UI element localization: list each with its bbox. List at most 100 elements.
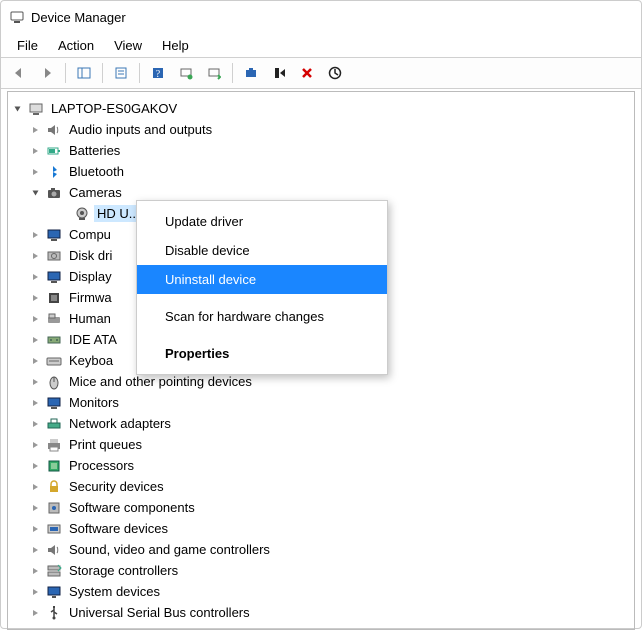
context-menu-item[interactable]: Disable device xyxy=(137,236,387,265)
expander-icon[interactable] xyxy=(30,355,42,367)
expander-icon[interactable] xyxy=(30,166,42,178)
tree-node-label: Keyboa xyxy=(69,353,113,368)
tree-node-label: Audio inputs and outputs xyxy=(69,122,212,137)
swdev-icon xyxy=(46,521,62,537)
expander-icon[interactable] xyxy=(30,544,42,556)
tree-node-label: Security devices xyxy=(69,479,164,494)
expander-icon[interactable] xyxy=(30,376,42,388)
expander-icon[interactable] xyxy=(30,145,42,157)
menu-help[interactable]: Help xyxy=(152,35,199,56)
tree-node-label: Cameras xyxy=(69,185,122,200)
ide-icon xyxy=(46,332,62,348)
expander-icon[interactable] xyxy=(30,586,42,598)
expander-icon[interactable] xyxy=(30,418,42,430)
expander-icon[interactable] xyxy=(30,271,42,283)
tree-node-label: Bluetooth xyxy=(69,164,124,179)
context-menu-gap xyxy=(137,331,387,339)
swcomp-icon xyxy=(46,500,62,516)
disable-button[interactable] xyxy=(267,61,291,85)
window-title: Device Manager xyxy=(31,10,126,25)
tree-node-label: Processors xyxy=(69,458,134,473)
expander-icon[interactable] xyxy=(30,250,42,262)
tree-node[interactable]: Sound, video and game controllers xyxy=(12,539,630,560)
enable-button[interactable] xyxy=(239,61,263,85)
tree-node[interactable]: Software devices xyxy=(12,518,630,539)
security-icon xyxy=(46,479,62,495)
svg-text:?: ? xyxy=(156,69,161,80)
tree-node-label: Mice and other pointing devices xyxy=(69,374,252,389)
tree-node[interactable]: Storage controllers xyxy=(12,560,630,581)
toolbar-separator xyxy=(232,63,233,83)
expander-icon[interactable] xyxy=(30,460,42,472)
expander-icon[interactable] xyxy=(30,397,42,409)
tree-node-label: Print queues xyxy=(69,437,142,452)
expander-icon[interactable] xyxy=(30,187,42,199)
menu-action[interactable]: Action xyxy=(48,35,104,56)
tree-node-label: Sound, video and game controllers xyxy=(69,542,270,557)
tree-node[interactable]: Print queues xyxy=(12,434,630,455)
device-tree[interactable]: LAPTOP-ES0GAKOV Audio inputs and outputs… xyxy=(7,91,635,630)
tree-node[interactable]: System devices xyxy=(12,581,630,602)
computer-icon xyxy=(28,101,44,117)
tree-node[interactable]: Monitors xyxy=(12,392,630,413)
app-icon xyxy=(9,9,25,25)
forward-button[interactable] xyxy=(35,61,59,85)
expander-icon[interactable] xyxy=(30,229,42,241)
context-menu-item[interactable]: Properties xyxy=(137,339,387,368)
tree-node-label: Disk dri xyxy=(69,248,112,263)
context-menu-item[interactable]: Uninstall device xyxy=(137,265,387,294)
expander-icon[interactable] xyxy=(30,523,42,535)
menu-view[interactable]: View xyxy=(104,35,152,56)
tree-node[interactable]: Audio inputs and outputs xyxy=(12,119,630,140)
tree-node-label: Display xyxy=(69,269,112,284)
expander-icon[interactable] xyxy=(30,292,42,304)
monitor-icon xyxy=(46,269,62,285)
speaker-icon xyxy=(46,122,62,138)
expander-icon[interactable] xyxy=(30,334,42,346)
uninstall-button[interactable] xyxy=(295,61,319,85)
toolbar: ? xyxy=(1,57,641,89)
expander-icon[interactable] xyxy=(12,103,24,115)
tree-node[interactable]: Software components xyxy=(12,497,630,518)
tree-node-label: Network adapters xyxy=(69,416,171,431)
tree-node[interactable]: Processors xyxy=(12,455,630,476)
tree-node[interactable]: Network adapters xyxy=(12,413,630,434)
back-button[interactable] xyxy=(7,61,31,85)
chip-icon xyxy=(46,290,62,306)
camera-icon xyxy=(46,185,62,201)
tree-node-label: Monitors xyxy=(69,395,119,410)
expander-icon[interactable] xyxy=(30,481,42,493)
tree-node[interactable]: Bluetooth xyxy=(12,161,630,182)
update-driver-button[interactable] xyxy=(202,61,226,85)
monitor-icon xyxy=(46,227,62,243)
disk-icon xyxy=(46,248,62,264)
scan-button[interactable] xyxy=(174,61,198,85)
tree-node[interactable]: Batteries xyxy=(12,140,630,161)
context-menu-item[interactable]: Scan for hardware changes xyxy=(137,302,387,331)
expander-icon[interactable] xyxy=(30,313,42,325)
tree-node[interactable]: Universal Serial Bus controllers xyxy=(12,602,630,623)
context-menu-gap xyxy=(137,294,387,302)
expander-icon[interactable] xyxy=(30,502,42,514)
tree-root-label: LAPTOP-ES0GAKOV xyxy=(51,101,177,116)
expander-icon[interactable] xyxy=(30,124,42,136)
titlebar: Device Manager xyxy=(1,1,641,33)
expander-icon[interactable] xyxy=(30,607,42,619)
printer-icon xyxy=(46,437,62,453)
show-hide-tree-button[interactable] xyxy=(72,61,96,85)
toolbar-separator xyxy=(139,63,140,83)
context-menu-item[interactable]: Update driver xyxy=(137,207,387,236)
tree-node-label: Software devices xyxy=(69,521,168,536)
properties-button[interactable] xyxy=(109,61,133,85)
expander-icon[interactable] xyxy=(30,439,42,451)
tree-node-label: Universal Serial Bus controllers xyxy=(69,605,250,620)
menubar: File Action View Help xyxy=(1,33,641,57)
battery-icon xyxy=(46,143,62,159)
scan-hardware-button[interactable] xyxy=(323,61,347,85)
context-menu: Update driverDisable deviceUninstall dev… xyxy=(136,200,388,375)
tree-root[interactable]: LAPTOP-ES0GAKOV xyxy=(12,98,630,119)
expander-icon[interactable] xyxy=(30,565,42,577)
tree-node[interactable]: Security devices xyxy=(12,476,630,497)
menu-file[interactable]: File xyxy=(7,35,48,56)
help-button[interactable]: ? xyxy=(146,61,170,85)
